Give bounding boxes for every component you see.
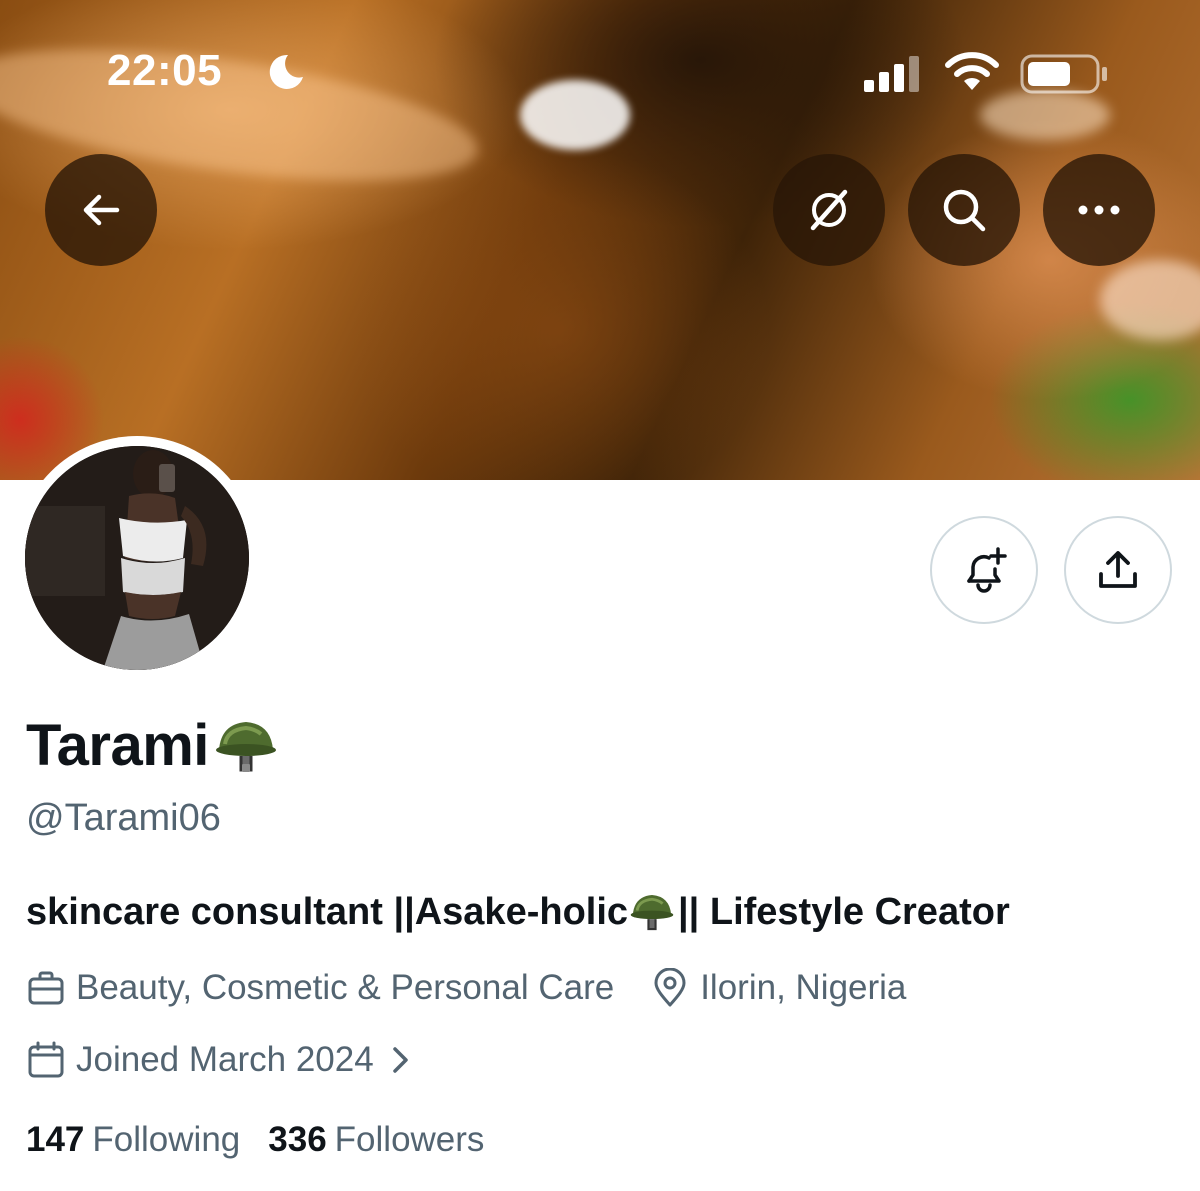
profile-category: Beauty, Cosmetic & Personal Care — [76, 968, 615, 1007]
status-time: 22:05 — [107, 46, 223, 95]
back-button[interactable] — [45, 154, 157, 266]
cellular-signal-icon — [864, 56, 919, 92]
avatar[interactable] — [25, 446, 249, 670]
profile-joined-date: Joined March 2024 — [76, 1040, 374, 1079]
share-profile-button[interactable] — [1064, 516, 1172, 624]
joined-row[interactable]: Joined March 2024 — [26, 1038, 412, 1082]
more-icon — [1078, 205, 1120, 215]
military-helmet-icon — [630, 894, 674, 931]
location-item: Ilorin, Nigeria — [650, 966, 906, 1010]
search-button[interactable] — [908, 154, 1020, 266]
grok-button[interactable] — [773, 154, 885, 266]
moon-icon — [269, 54, 303, 89]
following-label: Following — [92, 1120, 241, 1159]
military-helmet-icon — [215, 722, 276, 772]
chevron-right-icon[interactable] — [390, 1044, 412, 1076]
profile-bio: skincare consultant ||Asake-holic || Lif… — [26, 888, 1010, 936]
bio-text-part2: || Lifestyle Creator — [678, 891, 1010, 933]
display-name-row: Tarami — [26, 712, 277, 780]
follow-stats: 147 Following 336 Followers — [26, 1118, 484, 1162]
wifi-icon — [945, 52, 999, 90]
banner-highlight — [1100, 260, 1200, 340]
location-pin-icon — [654, 968, 686, 1007]
search-icon — [943, 189, 986, 232]
bell-plus-icon — [967, 547, 1007, 593]
briefcase-icon — [28, 971, 64, 1005]
following-count: 147 — [26, 1120, 85, 1159]
bio-text-part1: skincare consultant ||Asake-holic — [26, 891, 629, 933]
share-icon — [1099, 551, 1137, 588]
calendar-icon — [28, 1041, 64, 1078]
status-bar: 22:05 — [0, 0, 1200, 140]
followers-label: Followers — [334, 1120, 485, 1159]
profile-handle: @Tarami06 — [26, 797, 221, 839]
profile-meta-row: Beauty, Cosmetic & Personal Care Ilorin,… — [26, 966, 906, 1010]
following-link[interactable]: 147 Following — [26, 1118, 240, 1162]
joined-item[interactable]: Joined March 2024 — [26, 1038, 374, 1082]
followers-link[interactable]: 336 Followers — [268, 1118, 484, 1162]
battery-icon — [1020, 54, 1107, 94]
avatar-photo — [25, 446, 249, 670]
notifications-subscribe-button[interactable] — [930, 516, 1038, 624]
profile-location: Ilorin, Nigeria — [700, 968, 907, 1007]
grok-icon — [810, 189, 848, 231]
category-item: Beauty, Cosmetic & Personal Care — [26, 966, 614, 1010]
back-arrow-icon — [83, 194, 120, 226]
display-name: Tarami — [26, 713, 209, 778]
followers-count: 336 — [268, 1120, 327, 1159]
more-options-button[interactable] — [1043, 154, 1155, 266]
